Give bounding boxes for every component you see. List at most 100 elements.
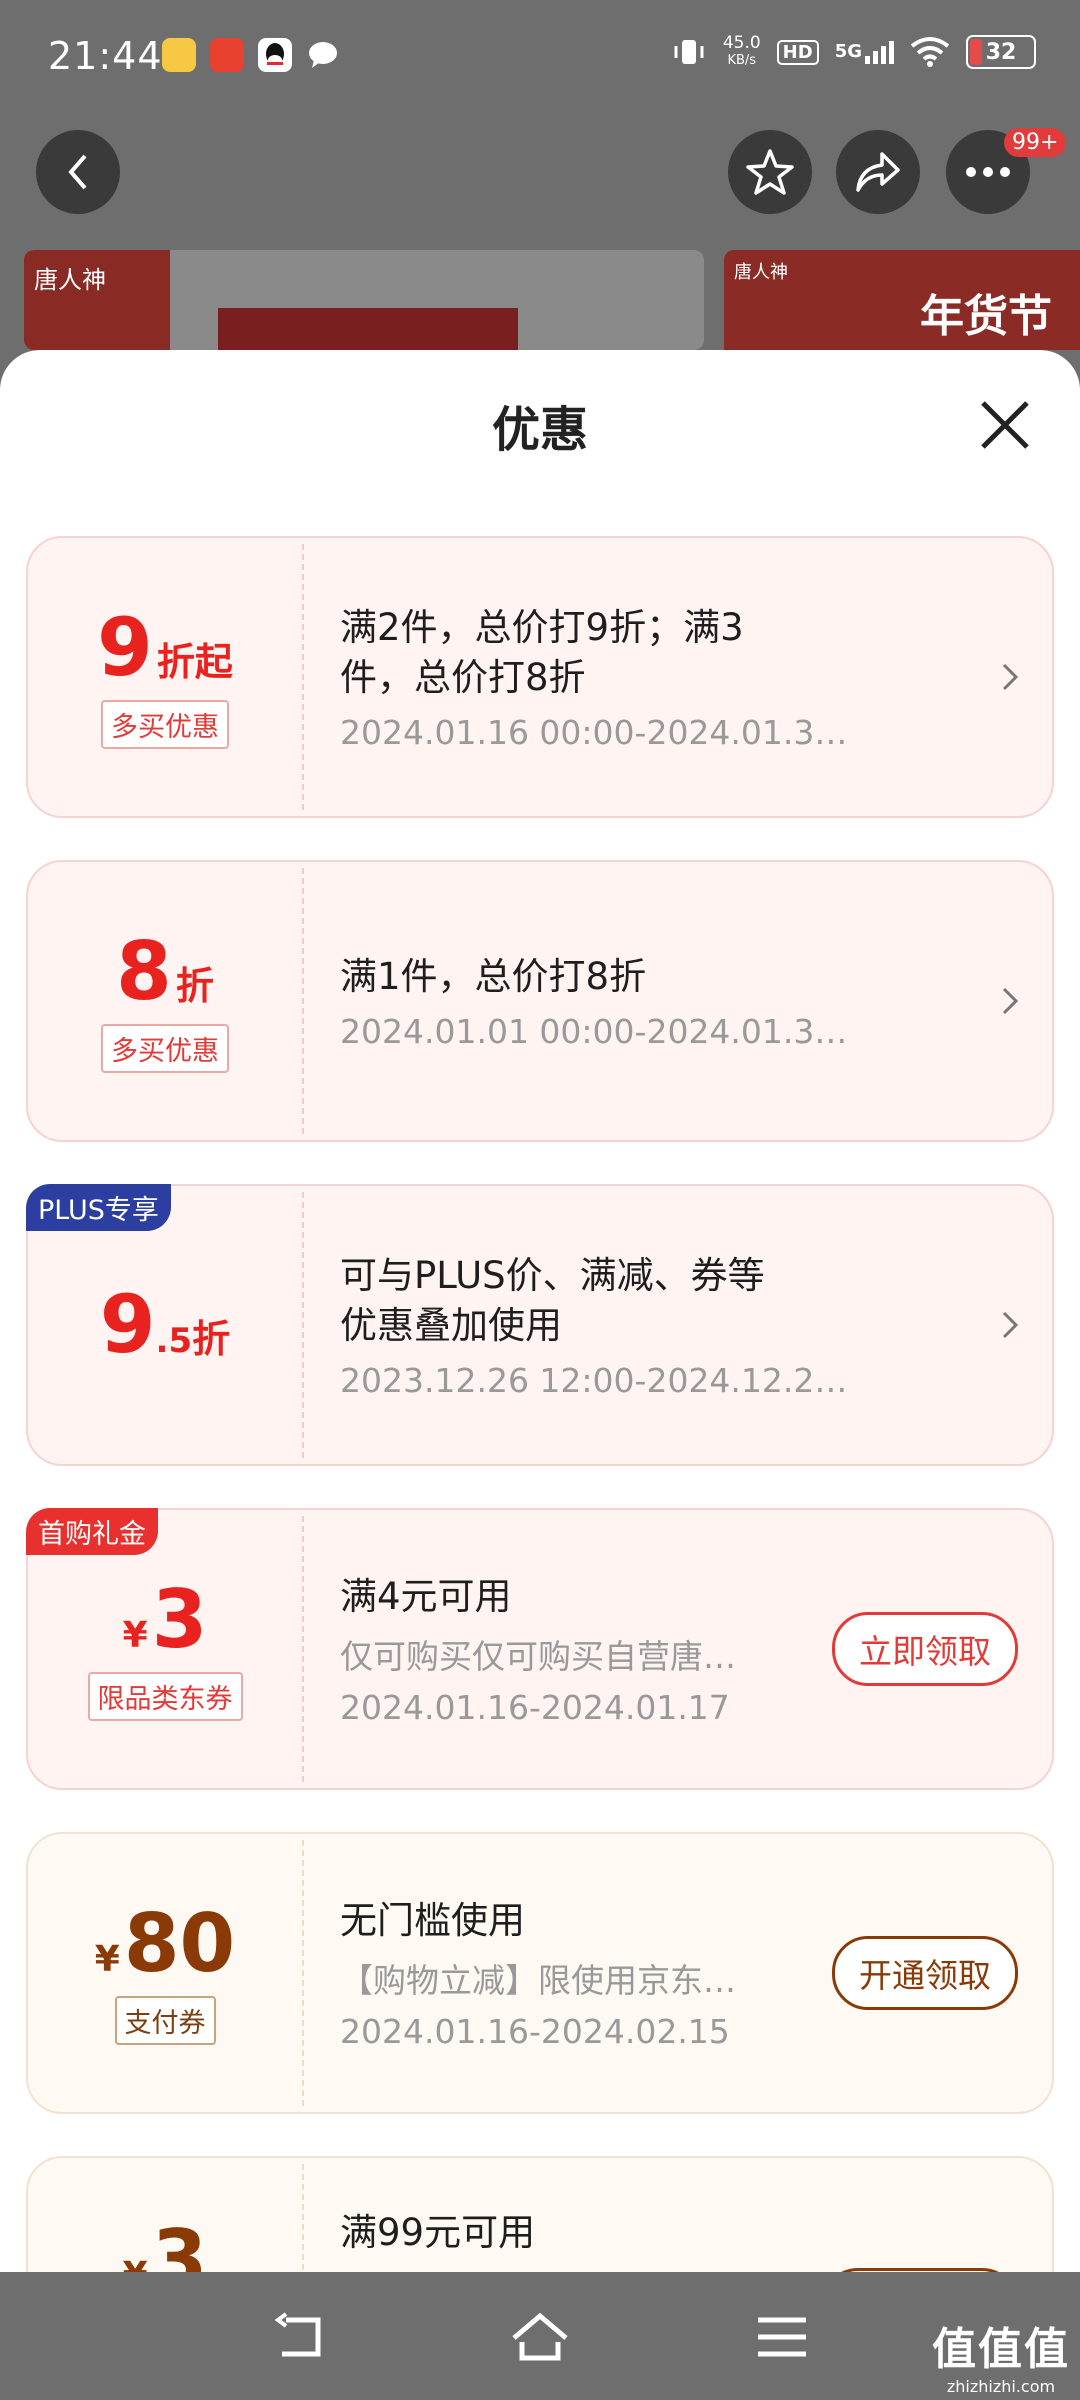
watermark-url: zhizhizhi.com [946,2377,1056,2396]
discount-title-line1: 满1件，总价打8折 [340,954,647,998]
battery-icon: 32 [966,35,1036,69]
coupon-value: ¥ 3 [122,1572,208,1666]
card-divider [302,868,304,1134]
coupon-value-panel: ¥ 80 支付券 [28,1834,302,2112]
card-divider [302,544,304,810]
sheet-title: 优惠 [491,402,588,458]
currency-symbol: ¥ [123,2255,148,2272]
activate-claim-button[interactable]: 开通领取 [832,1936,1018,2010]
qq-icon [258,38,292,72]
discount-title-line2: 件，总价打8折 [340,655,586,699]
product-top-bar [0,130,1080,230]
nav-back-icon[interactable] [272,2312,332,2362]
discount-value-panel: 9 .5 折 [28,1186,302,1464]
banner-brand: 唐人神 [734,258,788,284]
discount-description: 可与PLUS价、满减、券等 优惠叠加使用 2023.12.26 12:00-20… [340,1186,900,1464]
coupon-value-panel: ¥ 3 限品类东券 [28,1510,302,1788]
coupon-card-first-purchase: 首购礼金 ¥ 3 限品类东券 满4元可用 仅可购买仅可购买自营唐… 2024.0… [26,1508,1054,1790]
discount-period: 2023.12.26 12:00-2024.12.2… [340,1360,848,1400]
nav-menu-icon[interactable] [752,2312,812,2362]
discount-title-line1: 可与PLUS价、满减、券等 [340,1253,765,1297]
coupon-condition: 满99元可用 [340,2211,536,2254]
discount-card-plus[interactable]: PLUS专享 9 .5 折 可与PLUS价、满减、券等 优惠叠加使用 2023.… [26,1184,1054,1466]
banner-title: 年货节 [920,280,1052,344]
product-image-right: 唐人神 年货节 [724,250,1080,350]
coupon-period: 2024.01.16-2024.01.17 [340,1687,730,1727]
discount-number: 8 [116,924,172,1018]
coupon-amount: 3 [151,2213,208,2273]
discount-value: 9 .5 折 [100,1283,230,1367]
discount-card-multi-buy-9[interactable]: 9 折起 多买优惠 满2件，总价打9折；满3 件，总价打8折 2024.01.1… [26,536,1054,818]
brand-logo-text: 唐人神 [34,266,106,294]
wifi-icon [910,37,950,67]
share-icon [856,152,900,192]
close-icon[interactable] [978,398,1032,452]
coupon-condition: 满4元可用 [340,1574,512,1618]
discount-tag: 多买优惠 [101,1023,229,1073]
system-navigation-bar: 值值值 zhizhizhi.com [0,2272,1080,2400]
watermark: 值值值 zhizhizhi.com [932,2313,1070,2396]
battery-level: 32 [985,39,1017,65]
coupon-description: 满4元可用 仅可购买仅可购买自营唐… 2024.01.16-2024.01.17 [340,1510,820,1788]
chevron-right-icon[interactable] [1002,1311,1018,1339]
coupon-value: ¥ 3 [123,2213,208,2273]
shop-notification-icon [210,38,244,72]
coupon-card-payment: ¥ 80 支付券 无门槛使用 【购物立减】限使用京东… 2024.01.16-2… [26,1832,1054,2114]
discount-value: 8 折 [116,924,214,1018]
more-dots-icon [966,167,1010,177]
currency-symbol: ¥ [94,1938,120,1980]
discount-period: 2024.01.16 00:00-2024.01.3… [340,712,848,752]
coupon-condition: 无门槛使用 [340,1898,525,1942]
product-box [218,308,518,350]
coupon-description: 满99元可用 [340,2158,900,2272]
network-type: 5G [834,40,862,62]
discount-number: 9 [97,600,153,694]
discount-suffix: 折 [175,963,214,1008]
coupon-period: 2024.01.16-2024.02.15 [340,2011,730,2051]
discount-number: 9 [99,1278,156,1371]
discount-suffix: 折 [192,1317,231,1361]
speed-value: 45.0 [722,33,761,53]
discount-tag: 多买优惠 [101,699,229,749]
coupon-tag: 限品类东券 [87,1671,243,1721]
currency-symbol: ¥ [122,1614,148,1656]
chevron-right-icon[interactable] [1002,987,1018,1015]
discount-description: 满2件，总价打9折；满3 件，总价打8折 2024.01.16 00:00-20… [340,538,900,816]
status-time: 21:44 [48,34,163,78]
share-button[interactable] [836,130,920,214]
status-indicators: 45.0 KB/s HD 5G 32 [671,34,1036,70]
vibrate-icon [674,40,704,64]
card-divider [302,2164,304,2272]
chevron-right-icon[interactable] [1002,663,1018,691]
card-divider [302,1192,304,1458]
star-icon [746,149,794,195]
discount-suffix: 折起 [156,639,233,684]
back-button[interactable] [36,130,120,214]
favorite-button[interactable] [728,130,812,214]
speed-unit: KB/s [727,53,757,68]
discount-sheet: 优惠 9 折起 多买优惠 满2件，总价打9折；满3 件，总价打8折 2024.0… [0,350,1080,2272]
coupon-value: ¥ 80 [94,1896,236,1990]
discount-card-multi-buy-8[interactable]: 8 折 多买优惠 满1件，总价打8折 2024.01.01 00:00-2024… [26,860,1054,1142]
brand-logo: 唐人神 [24,250,170,350]
claim-now-button[interactable]: 立即领取 [832,1612,1018,1686]
notification-icons [162,38,340,76]
banner-brand-text: 唐人神 [734,262,788,283]
discount-title-line2: 优惠叠加使用 [340,1303,562,1347]
coupon-amount: 3 [151,1572,208,1666]
signal-5g-icon: 5G [834,40,894,64]
network-speed: 45.0 KB/s [723,34,761,70]
discount-decimal: .5 [155,1321,193,1361]
hd-indicator: HD [776,39,819,65]
card-divider [302,1516,304,1782]
discount-description: 满1件，总价打8折 2024.01.01 00:00-2024.01.3… [340,862,900,1140]
card-divider [302,1840,304,2106]
status-bar: 21:44 45.0 KB/s HD 5G 32 [0,0,1080,118]
message-count-badge: 99+ [1004,128,1067,157]
coupon-scope: 【购物立减】限使用京东… [340,1960,736,2000]
nav-home-icon[interactable] [510,2312,570,2362]
discount-value: 9 折起 [97,600,233,694]
coupon-amount: 80 [123,1896,236,1990]
coupon-value-panel: ¥ 3 [28,2158,302,2273]
discount-value-panel: 9 折起 多买优惠 [28,538,302,816]
